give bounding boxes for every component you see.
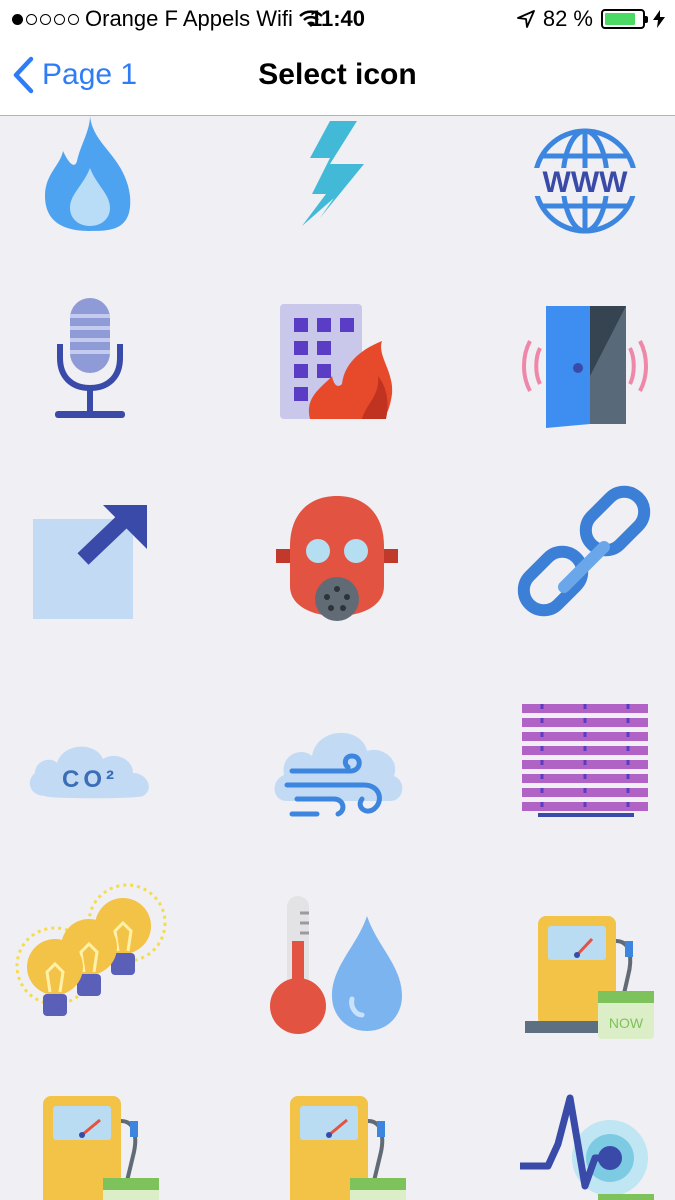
icon-cell-meter-calendar[interactable]: [15, 1086, 165, 1200]
icon-cell-wind-cloud[interactable]: [262, 701, 412, 851]
external-link-icon: [33, 505, 147, 619]
www-label: WWW: [543, 166, 629, 199]
pulse-target-icon: [520, 1094, 654, 1200]
icon-cell-meter-calendar-2[interactable]: [262, 1086, 412, 1200]
battery-icon: [601, 9, 648, 29]
meter-calendar-icon-2: [290, 1096, 406, 1200]
icon-grid: WWW CO² NOW: [0, 116, 675, 1200]
light-bulbs-icon: [15, 883, 167, 1016]
icon-cell-building-fire[interactable]: [262, 286, 412, 436]
navigation-bar: Page 1 Select icon: [0, 38, 675, 116]
icon-cell-www[interactable]: WWW: [510, 116, 660, 256]
gas-mask-icon: [276, 496, 398, 621]
page-title: Select icon: [258, 58, 417, 91]
charging-bolt-icon: [653, 10, 665, 28]
meter-now-icon: NOW: [525, 916, 654, 1039]
battery-percent: 82 %: [542, 6, 593, 31]
chain-link-icon: [517, 485, 651, 617]
icon-cell-blinds[interactable]: [510, 701, 660, 851]
icon-cell-meter-now[interactable]: NOW: [510, 881, 660, 1039]
open-door-icon: [522, 306, 648, 428]
icon-cell-light-bulbs[interactable]: [15, 881, 167, 1031]
icon-cell-open-door[interactable]: [510, 286, 660, 436]
icon-cell-temperature-humidity[interactable]: [262, 881, 412, 1034]
status-bar: Orange F Appels Wifi 11:40 82 %: [0, 0, 675, 38]
lightning-icon: [302, 121, 364, 226]
icon-cell-external-link[interactable]: [15, 491, 165, 641]
icon-cell-pulse-target[interactable]: [510, 1086, 660, 1200]
www-globe-icon: WWW: [530, 128, 640, 234]
icon-cell-microphone[interactable]: [15, 286, 165, 436]
location-arrow-icon: [516, 10, 535, 28]
blinds-icon: [522, 704, 648, 817]
now-label: NOW: [609, 1015, 644, 1031]
icon-cell-chain-link[interactable]: [510, 485, 660, 641]
meter-calendar-icon: [43, 1096, 159, 1200]
icon-cell-lightning[interactable]: [262, 116, 412, 256]
icon-cell-co2-cloud[interactable]: CO²: [15, 701, 165, 851]
temperature-humidity-icon: [270, 896, 402, 1034]
status-right: 82 %: [516, 6, 665, 32]
co2-cloud-icon: CO²: [29, 746, 149, 799]
fire-icon: [45, 116, 131, 231]
microphone-icon: [55, 298, 125, 418]
icon-cell-gas-mask[interactable]: [262, 491, 412, 641]
building-fire-icon: [280, 304, 393, 419]
co2-label: CO²: [62, 766, 118, 793]
icon-cell-fire[interactable]: [15, 116, 165, 256]
wind-cloud-icon: [274, 732, 403, 817]
